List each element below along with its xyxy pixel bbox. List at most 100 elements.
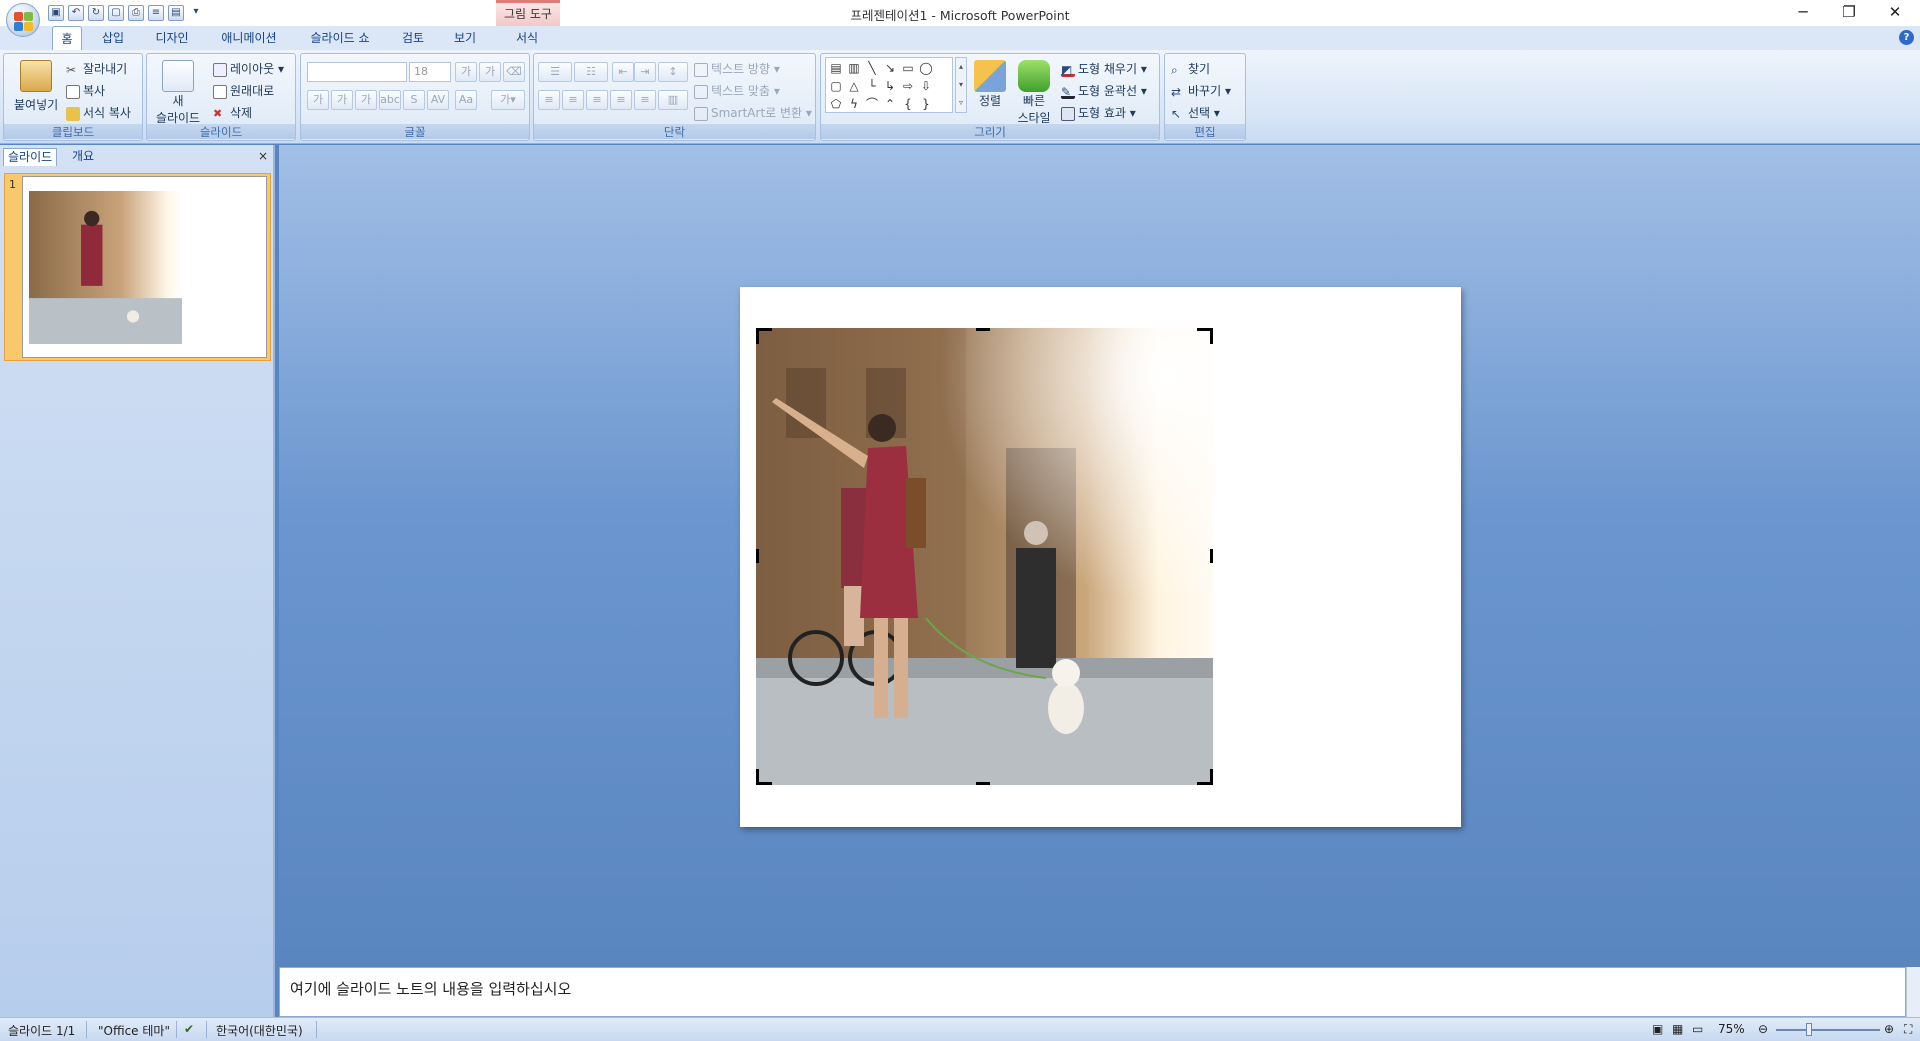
elbow-arrow-shape-icon[interactable]: ↳ bbox=[883, 79, 897, 93]
select-button[interactable]: ↖ 선택 ▾ bbox=[1171, 104, 1220, 121]
tab-view[interactable]: 보기 bbox=[448, 26, 482, 50]
align-left-icon[interactable]: ≡ bbox=[538, 90, 560, 110]
crop-handle-tr-v[interactable] bbox=[1210, 328, 1213, 344]
align-center-icon[interactable]: ≡ bbox=[562, 90, 584, 110]
arrow-line-shape-icon[interactable]: ↘ bbox=[883, 61, 897, 75]
grow-font-icon[interactable]: 가 bbox=[455, 62, 477, 82]
justify-icon[interactable]: ≡ bbox=[610, 90, 632, 110]
layout-button[interactable]: 레이아웃 ▾ bbox=[213, 60, 284, 77]
tab-slides[interactable]: 슬라이드 bbox=[3, 148, 58, 166]
find-button[interactable]: ⌕ 찾기 bbox=[1171, 60, 1210, 77]
line-shape-icon[interactable]: ╲ bbox=[865, 61, 879, 75]
distributed-icon[interactable]: ≡ bbox=[634, 90, 656, 110]
rounded-rect-shape-icon[interactable]: ▢ bbox=[829, 79, 843, 93]
font-color-icon[interactable]: 가▾ bbox=[491, 90, 525, 110]
rectangle-shape-icon[interactable]: ▭ bbox=[901, 61, 915, 75]
zoom-slider-thumb[interactable] bbox=[1806, 1023, 1812, 1036]
paste-button[interactable]: 붙여넣기 bbox=[14, 60, 58, 113]
increase-indent-icon[interactable]: ⇥ bbox=[634, 62, 656, 82]
shape-outline-button[interactable]: ✎ 도형 윤곽선 ▾ bbox=[1061, 82, 1147, 99]
zoom-in-icon[interactable]: ⊕ bbox=[1884, 1022, 1894, 1036]
bold-icon[interactable]: 가 bbox=[307, 90, 329, 110]
format-painter-button[interactable]: 서식 복사 bbox=[66, 104, 131, 121]
right-arrow-shape-icon[interactable]: ⇨ bbox=[901, 79, 915, 93]
pane-close-icon[interactable]: × bbox=[258, 149, 268, 163]
curve-shape-icon[interactable]: ⌒ bbox=[865, 97, 879, 111]
restore-icon[interactable]: ❐ bbox=[1826, 0, 1872, 26]
numbering-icon[interactable]: ☷ bbox=[574, 62, 608, 82]
notes-scrollbar[interactable] bbox=[1906, 967, 1920, 1017]
right-brace-shape-icon[interactable]: } bbox=[919, 97, 933, 111]
left-brace-shape-icon[interactable]: { bbox=[901, 97, 915, 111]
tab-insert[interactable]: 삽입 bbox=[96, 26, 130, 50]
delete-slide-button[interactable]: ✖ 삭제 bbox=[213, 104, 252, 121]
shadow-icon[interactable]: S bbox=[403, 90, 425, 110]
text-direction-button[interactable]: 텍스트 방향 ▾ bbox=[694, 60, 780, 77]
zoom-out-icon[interactable]: ⊖ bbox=[1758, 1022, 1768, 1036]
slideshow-view-icon[interactable]: ▭ bbox=[1692, 1022, 1703, 1036]
tab-outline[interactable]: 개요 bbox=[68, 148, 98, 166]
tab-review[interactable]: 검토 bbox=[396, 26, 430, 50]
shape-effects-button[interactable]: 도형 효과 ▾ bbox=[1061, 104, 1136, 121]
char-spacing-icon[interactable]: AV bbox=[427, 90, 449, 110]
crop-handle-tl-v[interactable] bbox=[756, 328, 759, 344]
underline-icon[interactable]: 가 bbox=[355, 90, 377, 110]
font-name-combo[interactable] bbox=[307, 62, 407, 82]
font-size-combo[interactable]: 18 bbox=[409, 62, 451, 82]
decrease-indent-icon[interactable]: ⇤ bbox=[612, 62, 634, 82]
copy-button[interactable]: 복사 bbox=[66, 82, 105, 99]
crop-handle-right[interactable] bbox=[1210, 549, 1213, 563]
arrange-button[interactable]: 정렬 bbox=[971, 60, 1009, 109]
lightning-shape-icon[interactable]: ϟ bbox=[847, 97, 861, 111]
zoom-level[interactable]: 75% bbox=[1718, 1022, 1745, 1036]
quick-styles-button[interactable]: 빠른 스타일 bbox=[1011, 60, 1057, 126]
notes-pane[interactable]: 여기에 슬라이드 노트의 내용을 입력하십시오 bbox=[279, 967, 1906, 1017]
office-button[interactable] bbox=[6, 3, 40, 37]
textbox-shape-icon[interactable]: ▤ bbox=[829, 61, 843, 75]
fit-window-icon[interactable]: ⛶ bbox=[1904, 1022, 1912, 1037]
line-spacing-icon[interactable]: ↕ bbox=[658, 62, 688, 82]
triangle-shape-icon[interactable]: △ bbox=[847, 79, 861, 93]
align-text-button[interactable]: 텍스트 맞춤 ▾ bbox=[694, 82, 780, 99]
crop-handle-bottom[interactable] bbox=[976, 782, 990, 785]
clear-format-icon[interactable]: ⌫ bbox=[503, 62, 525, 82]
crop-handle-bl-v[interactable] bbox=[756, 769, 759, 785]
close-icon[interactable]: ✕ bbox=[1872, 0, 1918, 26]
zoom-slider-track[interactable] bbox=[1776, 1029, 1880, 1031]
arc-shape-icon[interactable]: ⌃ bbox=[883, 97, 897, 111]
bullets-icon[interactable]: ☰ bbox=[538, 62, 572, 82]
help-icon[interactable]: ? bbox=[1899, 30, 1914, 45]
new-slide-button[interactable]: 새 슬라이드 bbox=[153, 60, 203, 126]
elbow-connector-shape-icon[interactable]: └ bbox=[865, 79, 879, 93]
spellcheck-icon[interactable]: ✔ bbox=[184, 1022, 194, 1036]
replace-button[interactable]: ⇄ 바꾸기 ▾ bbox=[1171, 82, 1231, 99]
slide-thumbnail[interactable] bbox=[22, 176, 267, 358]
shape-fill-button[interactable]: ◩ 도형 채우기 ▾ bbox=[1061, 60, 1147, 77]
down-arrow-shape-icon[interactable]: ⇩ bbox=[919, 79, 933, 93]
crop-handle-br-v[interactable] bbox=[1210, 769, 1213, 785]
crop-handle-left[interactable] bbox=[756, 549, 759, 563]
crop-handle-top[interactable] bbox=[976, 328, 990, 331]
tab-slideshow[interactable]: 슬라이드 쇼 bbox=[302, 26, 378, 50]
vertical-textbox-shape-icon[interactable]: ▥ bbox=[847, 61, 861, 75]
shapes-scroll[interactable]: ▴ ▾ ▿ bbox=[955, 57, 967, 113]
cut-button[interactable]: ✂ 잘라내기 bbox=[66, 60, 127, 77]
reset-button[interactable]: 원래대로 bbox=[213, 82, 274, 99]
change-case-icon[interactable]: Aa bbox=[455, 90, 477, 110]
italic-icon[interactable]: 가 bbox=[331, 90, 353, 110]
minimize-icon[interactable]: ─ bbox=[1780, 0, 1826, 26]
shapes-gallery[interactable]: ▤ ▥ ╲ ↘ ▭ ◯ ▢ △ └ ↳ ⇨ ⇩ ⬠ ϟ ⌒ ⌃ { } bbox=[825, 57, 953, 113]
smartart-button[interactable]: SmartArt로 변환 ▾ bbox=[694, 104, 812, 121]
slide-picture[interactable] bbox=[756, 328, 1213, 785]
slide-sorter-icon[interactable]: ▦ bbox=[1672, 1022, 1683, 1036]
shrink-font-icon[interactable]: 가 bbox=[479, 62, 501, 82]
tab-format[interactable]: 서식 bbox=[510, 26, 544, 50]
strikethrough-icon[interactable]: abc bbox=[379, 90, 401, 110]
oval-shape-icon[interactable]: ◯ bbox=[919, 61, 933, 75]
language[interactable]: 한국어(대한민국) bbox=[216, 1022, 303, 1039]
columns-icon[interactable]: ▥ bbox=[658, 90, 688, 110]
normal-view-icon[interactable]: ▣ bbox=[1652, 1022, 1663, 1036]
tab-home[interactable]: 홈 bbox=[52, 26, 82, 50]
tab-animation[interactable]: 애니메이션 bbox=[214, 26, 284, 50]
align-right-icon[interactable]: ≡ bbox=[586, 90, 608, 110]
